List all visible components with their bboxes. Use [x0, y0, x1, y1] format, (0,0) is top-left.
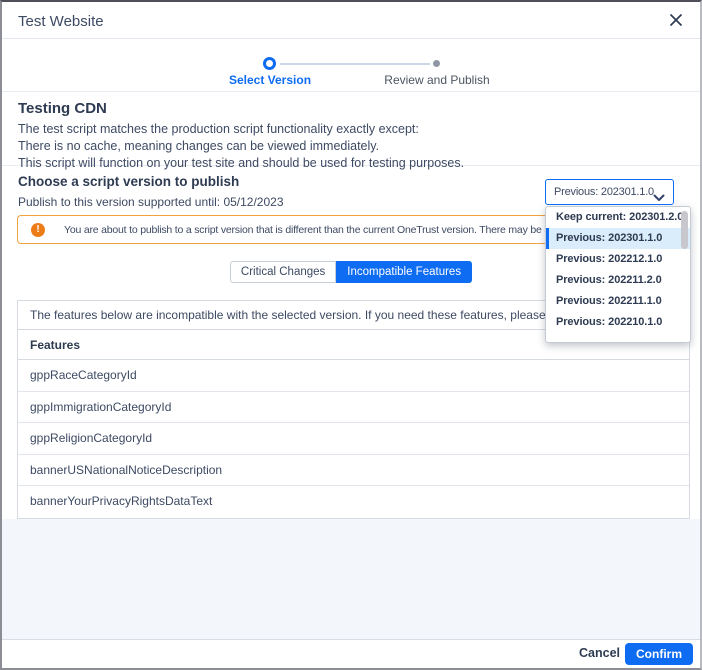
testing-cdn-section: Testing CDN The test script matches the … [2, 92, 700, 166]
cancel-button[interactable]: Cancel [579, 646, 620, 660]
content-spacer [2, 519, 700, 643]
close-button[interactable] [666, 11, 686, 31]
version-select-value: Previous: 202301.1.0 [554, 186, 654, 198]
dropdown-option[interactable]: Previous: 202211.1.0 [546, 291, 690, 312]
intro-line: The test script matches the production s… [18, 121, 684, 138]
intro-line: This script will function on your test s… [18, 155, 684, 172]
dropdown-option[interactable]: Keep current: 202301.2.0 [546, 207, 690, 228]
dropdown-option-selected[interactable]: Previous: 202301.1.0 [546, 228, 690, 249]
confirm-button[interactable]: Confirm [625, 643, 693, 665]
table-row: bannerUSNationalNoticeDescription [18, 455, 689, 487]
modal-header: Test Website [2, 2, 700, 39]
progress-stepper: Select Version Review and Publish [2, 39, 700, 92]
modal-footer: Cancel Confirm [2, 639, 700, 668]
version-select[interactable]: Previous: 202301.1.0 [545, 179, 674, 205]
version-dropdown-list: Keep current: 202301.2.0 Previous: 20230… [545, 206, 691, 343]
support-until-note: Publish to this version supported until:… [18, 195, 284, 209]
step-connector-line [280, 63, 430, 65]
dropdown-scrollbar-thumb[interactable] [681, 211, 688, 249]
dropdown-option[interactable]: Previous: 202212.1.0 [546, 249, 690, 270]
close-icon [668, 16, 684, 31]
dropdown-option[interactable]: Previous: 202210.1.0 [546, 312, 690, 333]
table-row: gppReligionCategoryId [18, 423, 689, 455]
section-heading: Testing CDN [18, 100, 684, 117]
step-label-review-publish: Review and Publish [384, 73, 489, 87]
step-label-select-version: Select Version [229, 73, 311, 87]
step-active-indicator [263, 57, 276, 70]
publish-modal: Test Website Select Version Review and P… [0, 0, 702, 670]
tab-incompatible-features[interactable]: Incompatible Features [336, 261, 472, 283]
dropdown-option[interactable]: Previous: 202211.2.0 [546, 270, 690, 291]
chevron-down-icon [653, 189, 665, 207]
dropdown-option-clipped[interactable]: Previous: 202209.1.0 [546, 342, 690, 343]
modal-title: Test Website [18, 13, 104, 30]
choose-version-heading: Choose a script version to publish [18, 174, 239, 189]
step-upcoming-indicator [433, 60, 440, 67]
table-row: gppRaceCategoryId [18, 360, 689, 392]
table-row: gppImmigrationCategoryId [18, 392, 689, 424]
warning-icon: ! [31, 223, 45, 237]
tab-critical-changes[interactable]: Critical Changes [230, 261, 336, 283]
intro-line: There is no cache, meaning changes can b… [18, 138, 684, 155]
table-row: bannerYourPrivacyRightsDataText [18, 486, 689, 518]
